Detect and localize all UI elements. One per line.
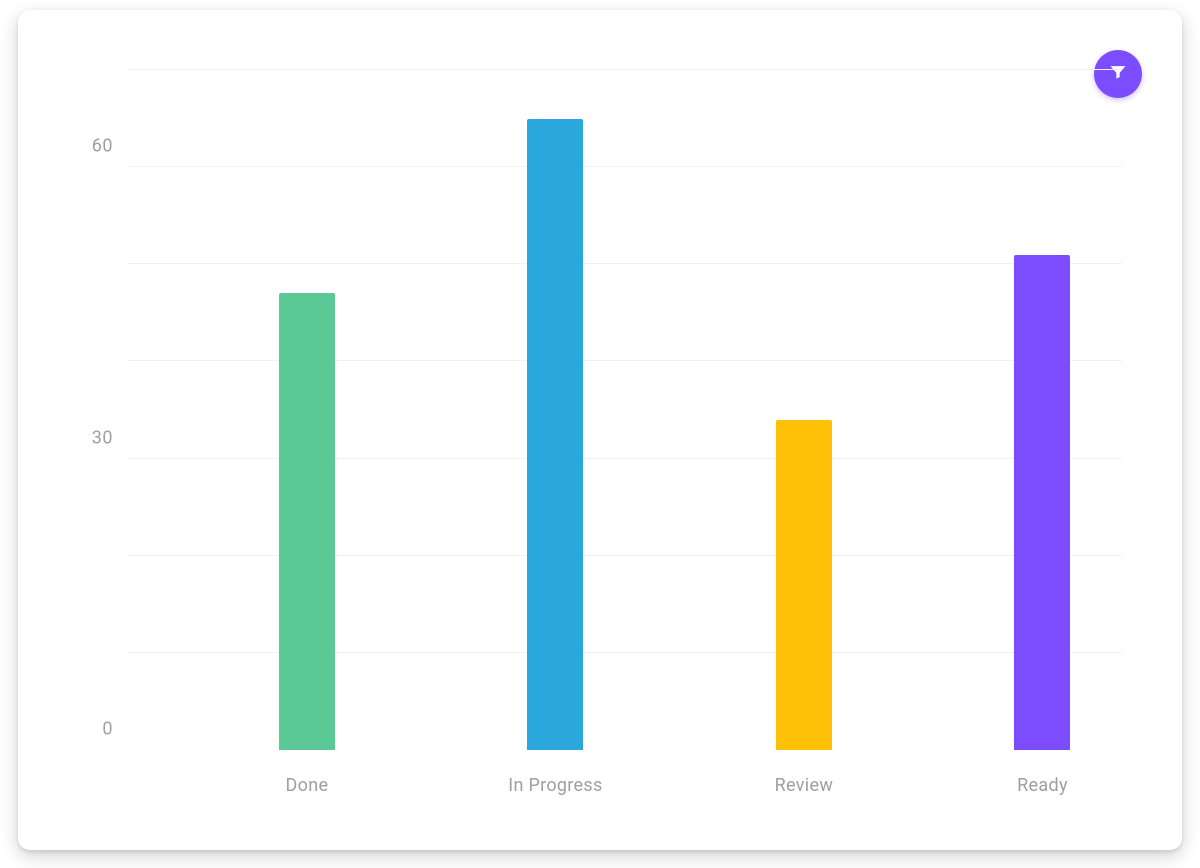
bar-in-progress xyxy=(527,119,583,750)
bar-chart: 03060DoneIn ProgressReviewReady xyxy=(128,70,1122,750)
gridline xyxy=(128,166,1122,167)
x-axis-tick: Done xyxy=(286,775,329,796)
gridline xyxy=(128,69,1122,70)
y-axis-tick: 30 xyxy=(73,427,113,448)
bar-ready xyxy=(1014,255,1070,750)
gridline xyxy=(128,652,1122,653)
x-axis-tick: In Progress xyxy=(508,775,602,796)
gridline xyxy=(128,360,1122,361)
chart-card: 0 30 60 Done In Progress Review Ready xyxy=(18,10,1182,850)
x-axis-tick: Review xyxy=(775,775,834,796)
y-axis-tick: 0 xyxy=(73,719,113,740)
bar-review xyxy=(776,420,832,750)
x-axis-tick: Ready xyxy=(1017,775,1068,796)
bar-done xyxy=(279,293,335,750)
gridline xyxy=(128,555,1122,556)
y-axis-tick: 60 xyxy=(73,136,113,157)
gridline xyxy=(128,458,1122,459)
gridline xyxy=(128,263,1122,264)
